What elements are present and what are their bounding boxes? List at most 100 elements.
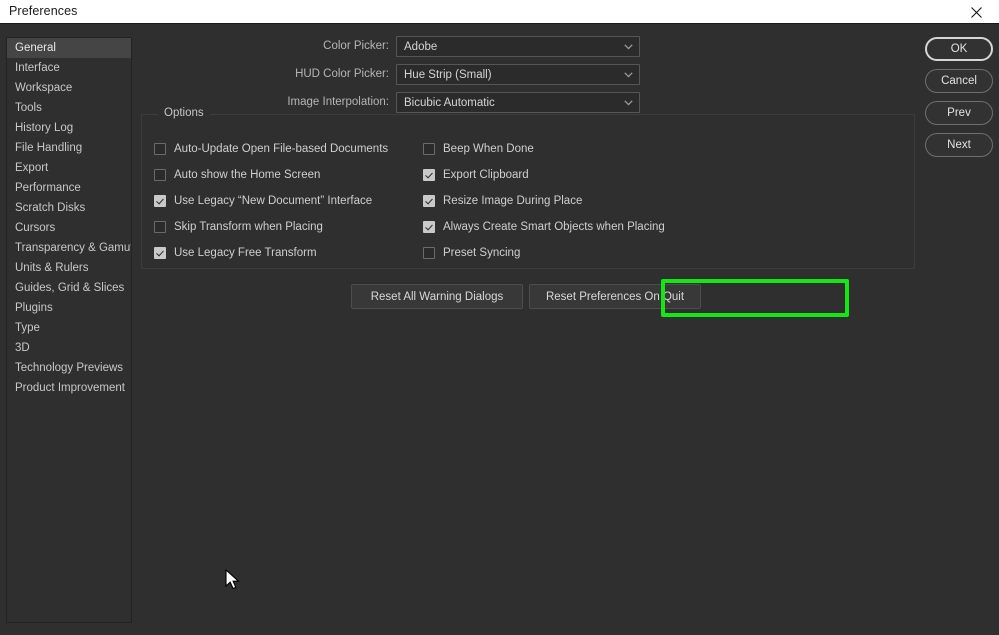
sidebar-item-cursors[interactable]: Cursors [7,218,131,238]
field-label: Color Picker: [323,40,389,52]
sidebar-item-history-log[interactable]: History Log [7,118,131,138]
sidebar-item-label: Type [15,322,40,334]
dropdown-color-picker[interactable]: Adobe [396,36,640,57]
sidebar-item-units-rulers[interactable]: Units & Rulers [7,258,131,278]
checkbox-unchecked-icon[interactable] [154,169,166,181]
sidebar-item-label: Units & Rulers [15,262,89,274]
checkbox-label: Auto-Update Open File-based Documents [174,143,389,155]
checkbox-always-create-smart-objects-when-placing[interactable]: Always Create Smart Objects when Placing [423,219,665,235]
sidebar-item-label: Plugins [15,302,53,314]
checkbox-unchecked-icon[interactable] [154,143,166,155]
sidebar-item-interface[interactable]: Interface [7,58,131,78]
dropdown-image-interpolation[interactable]: Bicubic Automatic [396,92,640,113]
button-reset-preferences-on-quit[interactable]: Reset Preferences On Quit [529,284,701,309]
button-next[interactable]: Next [925,133,993,157]
sidebar-item-export[interactable]: Export [7,158,131,178]
sidebar-item-label: General [15,42,56,54]
sidebar-item-file-handling[interactable]: File Handling [7,138,131,158]
chevron-down-icon [624,44,633,50]
field-row: Image Interpolation: Bicubic Automatic [140,92,660,113]
sidebar-item-label: Scratch Disks [15,202,86,214]
preferences-dialog-body: General Interface Workspace Tools History Lo… [0,25,999,635]
field-row: Color Picker: Adobe [140,36,660,57]
sidebar-item-label: Export [15,162,49,174]
field-row: HUD Color Picker: Hue Strip (Small) [140,64,660,85]
checkbox-auto-show-the-home-screen[interactable]: Auto show the Home Screen [154,167,320,183]
checkbox-preset-syncing[interactable]: Preset Syncing [423,245,520,261]
options-groupbox-legend: Options [158,107,210,119]
chevron-down-icon [624,72,633,78]
checkbox-label: Use Legacy Free Transform [174,247,317,259]
button-label: Reset Preferences On Quit [545,290,685,303]
checkbox-label: Preset Syncing [443,247,521,259]
sidebar-item-label: Tools [15,102,42,114]
checkbox-label: Skip Transform when Placing [174,221,323,233]
sidebar-item-3d[interactable]: 3D [7,338,131,358]
button-reset-all-warning-dialogs[interactable]: Reset All Warning Dialogs [351,284,523,309]
dropdown-hud-color-picker[interactable]: Hue Strip (Small) [396,64,640,85]
checkbox-checked-icon[interactable] [423,195,435,207]
sidebar-item-scratch-disks[interactable]: Scratch Disks [7,198,131,218]
checkbox-use-legacy-free-transform[interactable]: Use Legacy Free Transform [154,245,317,261]
sidebar-item-transparency-gamut[interactable]: Transparency & Gamut [7,238,131,258]
sidebar-item-label: Interface [15,62,60,74]
checkbox-export-clipboard[interactable]: Export Clipboard [423,167,529,183]
checkbox-label: Resize Image During Place [443,195,583,207]
checkbox-label: Beep When Done [443,143,534,155]
sidebar-item-label: File Handling [15,142,83,154]
preferences-main-panel: Color Picker: Adobe HUD Color Picker: Hue S… [140,25,920,635]
sidebar-item-guides-grid-slices[interactable]: Guides, Grid & Slices [7,278,131,298]
field-label: HUD Color Picker: [295,68,389,80]
sidebar-item-plugins[interactable]: Plugins [7,298,131,318]
close-icon [971,6,982,18]
sidebar-item-label: Technology Previews [15,362,124,374]
button-prev[interactable]: Prev [925,101,993,125]
checkbox-auto-update-open-file-based-documents[interactable]: Auto-Update Open File-based Documents [154,141,388,157]
sidebar-item-workspace[interactable]: Workspace [7,78,131,98]
checkbox-use-legacy-new-document-interface[interactable]: Use Legacy “New Document” Interface [154,193,372,209]
sidebar-item-label: Cursors [15,222,56,234]
checkbox-checked-icon[interactable] [423,221,435,233]
checkbox-label: Use Legacy “New Document” Interface [174,195,373,207]
button-label: OK [950,43,968,55]
window-titlebar: Preferences [0,0,999,24]
button-ok[interactable]: OK [925,37,993,61]
dropdown-value: Bicubic Automatic [404,97,495,109]
checkbox-resize-image-during-place[interactable]: Resize Image During Place [423,193,582,209]
checkbox-skip-transform-when-placing[interactable]: Skip Transform when Placing [154,219,323,235]
checkbox-checked-icon[interactable] [154,195,166,207]
chevron-down-icon [624,100,633,106]
checkbox-unchecked-icon[interactable] [423,143,435,155]
sidebar-item-type[interactable]: Type [7,318,131,338]
sidebar-item-label: Transparency & Gamut [15,242,132,254]
checkbox-unchecked-icon[interactable] [423,247,435,259]
checkbox-checked-icon[interactable] [423,169,435,181]
sidebar-item-label: History Log [15,122,74,134]
sidebar-item-performance[interactable]: Performance [7,178,131,198]
button-label: Cancel [941,75,977,87]
checkbox-label: Export Clipboard [443,169,529,181]
checkbox-beep-when-done[interactable]: Beep When Done [423,141,534,157]
checkbox-label: Always Create Smart Objects when Placing [443,221,665,233]
button-label: Reset All Warning Dialogs [370,290,504,303]
preferences-category-list[interactable]: General Interface Workspace Tools History Lo… [6,37,132,623]
sidebar-item-label: 3D [15,342,30,354]
button-label: Prev [947,107,971,119]
sidebar-item-tools[interactable]: Tools [7,98,131,118]
button-label: Next [947,139,971,151]
sidebar-item-label: Product Improvement [15,382,125,394]
button-cancel[interactable]: Cancel [925,69,993,93]
dialog-action-buttons: OK Cancel Prev Next [925,37,993,165]
sidebar-item-label: Guides, Grid & Slices [15,282,125,294]
checkbox-label: Auto show the Home Screen [174,169,321,181]
dropdown-value: Hue Strip (Small) [404,69,492,81]
sidebar-item-general[interactable]: General [7,38,131,58]
options-groupbox: Options Auto-Update Open File-based Docu… [141,107,915,269]
sidebar-item-product-improvement[interactable]: Product Improvement [7,378,131,398]
close-button[interactable] [954,0,999,24]
checkbox-checked-icon[interactable] [154,247,166,259]
sidebar-item-label: Workspace [15,82,73,94]
dropdown-value: Adobe [404,41,438,53]
checkbox-unchecked-icon[interactable] [154,221,166,233]
sidebar-item-technology-previews[interactable]: Technology Previews [7,358,131,378]
